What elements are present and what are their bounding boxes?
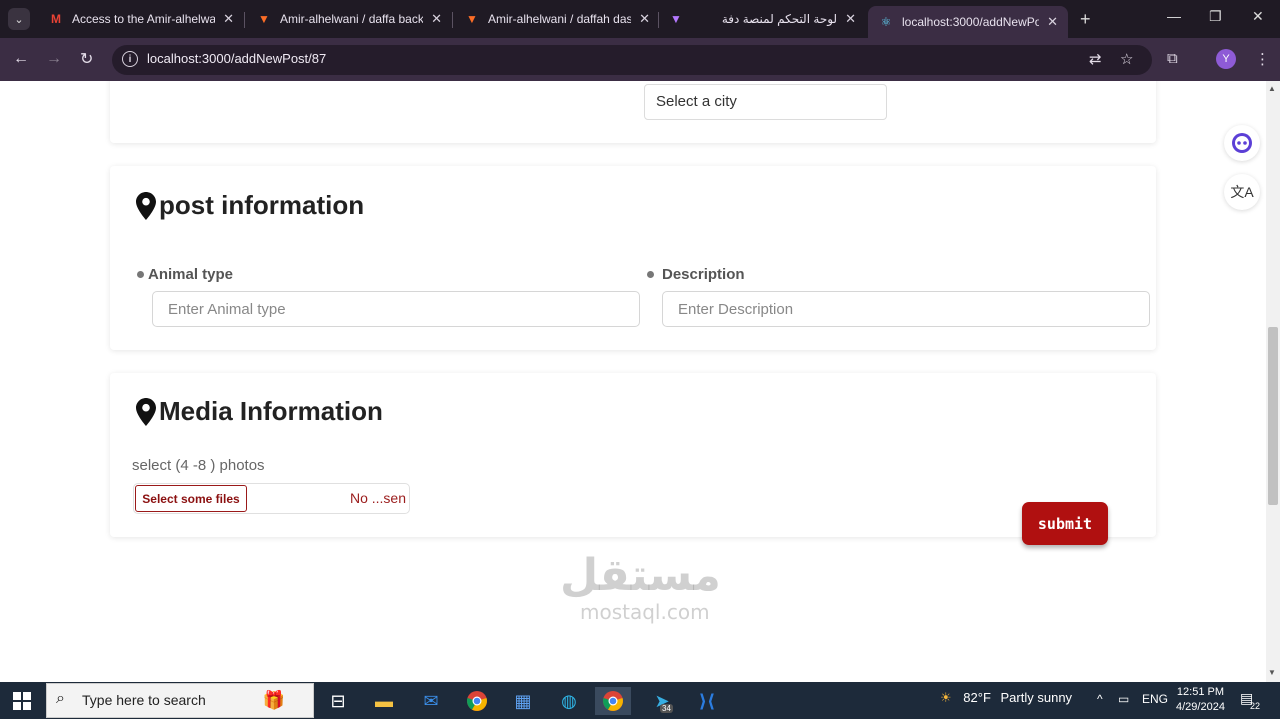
profile-avatar[interactable]: Y [1216, 49, 1236, 69]
map-pin-icon [136, 191, 156, 220]
file-explorer-icon[interactable]: ▬ [370, 687, 398, 715]
weather-icon: ☀ [940, 690, 952, 705]
tab-gmail[interactable]: M Access to the Amir-alhelwani ✕ [38, 4, 244, 34]
description-label: Description [647, 266, 745, 283]
gmail-icon: M [51, 12, 61, 26]
tab-gitlab-backend[interactable]: ▼ Amir-alhelwani / daffa backe ✕ [246, 4, 452, 34]
translate-icon: 文A [1230, 184, 1254, 200]
url-text[interactable]: localhost:3000/addNewPost/87 [147, 51, 326, 66]
description-input[interactable]: Enter Description [662, 291, 1150, 327]
post-information-card: post information Animal type Enter Anima… [110, 166, 1156, 350]
weather-temp: 82°F [963, 690, 991, 705]
tab-dashboard-arabic[interactable]: لوحة التحكم لمنصة دفة ✕ [700, 4, 866, 34]
gitlab-icon: ▼ [466, 12, 478, 26]
edge-icon[interactable]: ◍ [555, 687, 583, 715]
select-files-button[interactable]: Select some files [135, 485, 247, 512]
clock-date: 4/29/2024 [1176, 701, 1225, 713]
chrome-icon[interactable] [463, 687, 491, 715]
language-indicator[interactable]: ENG [1142, 692, 1168, 706]
search-icon: ⌕ [56, 690, 65, 707]
task-view-icon[interactable]: ⊟ [324, 687, 352, 715]
assistant-bot-button[interactable] [1224, 125, 1260, 161]
extensions-icon[interactable]: ⧉ [1167, 50, 1178, 67]
tab-divider [658, 12, 659, 28]
location-card: Select a city [110, 81, 1156, 143]
notification-count: 22 [1250, 701, 1261, 711]
mostaql-watermark-url: mostaql.com [580, 600, 710, 624]
tab-title: localhost:3000/addNewPost/ [902, 15, 1040, 29]
animal-type-input[interactable]: Enter Animal type [152, 291, 640, 327]
weather-text: Partly sunny [1000, 690, 1073, 705]
label-text: Animal type [148, 266, 234, 283]
media-information-heading: Media Information [136, 396, 383, 427]
battery-icon: ▭ [1118, 692, 1130, 706]
city-select[interactable]: Select a city [644, 84, 887, 120]
gitlab-icon: ▼ [258, 12, 270, 26]
store-icon[interactable]: ▦ [509, 687, 537, 715]
label-text: Description [662, 266, 745, 283]
animal-type-label: Animal type [137, 266, 233, 283]
restore-button[interactable]: ❐ [1209, 8, 1222, 25]
translate-page-button[interactable]: 文A [1224, 174, 1260, 210]
close-icon[interactable]: ✕ [639, 11, 650, 27]
photos-label: select (4 -8 ) photos [132, 457, 265, 474]
windows-start-icon[interactable] [13, 692, 31, 710]
mail-icon[interactable]: ✉ [417, 687, 445, 715]
post-information-heading: post information [136, 190, 364, 221]
vite-icon: ▼ [670, 12, 682, 26]
clock-time: 12:51 PM [1176, 686, 1225, 698]
submit-button[interactable]: submit [1022, 502, 1108, 545]
close-icon[interactable]: ✕ [223, 11, 234, 27]
telegram-badge: 34 [660, 704, 673, 713]
section-title-text: post information [159, 190, 365, 220]
close-icon[interactable]: ✕ [431, 11, 442, 27]
tray-overflow-icon[interactable]: ^ [1097, 692, 1103, 706]
close-icon[interactable]: ✕ [845, 11, 856, 27]
taskbar-search-placeholder[interactable]: Type here to search [82, 692, 206, 708]
react-icon: ⚛ [880, 15, 892, 29]
site-info-icon[interactable]: i [122, 51, 138, 67]
new-tab-button[interactable]: + [1080, 9, 1091, 30]
close-window-button[interactable]: ✕ [1252, 8, 1264, 25]
media-information-card: Media Information select (4 -8 ) photos … [110, 373, 1156, 537]
tab-title: Amir-alhelwani / daffa backe [280, 12, 424, 26]
tab-title: Access to the Amir-alhelwani [72, 12, 216, 26]
section-title-text: Media Information [159, 396, 383, 426]
translate-icon[interactable]: ⇄ [1089, 50, 1102, 68]
scroll-up-arrow[interactable]: ▲ [1268, 84, 1276, 93]
reload-button[interactable]: ↻ [80, 49, 93, 69]
mostaql-watermark: مستقل [560, 550, 721, 601]
tab-search-button[interactable]: ⌄ [8, 8, 30, 30]
chrome-profile-icon[interactable] [595, 687, 631, 715]
scroll-down-arrow[interactable]: ▼ [1268, 668, 1276, 677]
scrollbar-thumb[interactable] [1268, 327, 1278, 505]
bullet-dot [137, 271, 144, 278]
forward-button[interactable]: → [46, 50, 62, 68]
tab-localhost-active[interactable]: ⚛ localhost:3000/addNewPost/ ✕ [868, 6, 1068, 38]
tab-divider [452, 12, 453, 28]
system-clock[interactable]: 12:51 PM 4/29/2024 [1176, 685, 1225, 715]
tab-title: Amir-alhelwani / daffah dash [488, 12, 632, 26]
weather-widget[interactable]: ☀ 82°F Partly sunny [940, 690, 1072, 706]
browser-menu-icon[interactable]: ⋮ [1255, 50, 1270, 68]
bookmark-star-icon[interactable]: ☆ [1120, 50, 1133, 68]
file-status-text: No ...sen [349, 490, 406, 506]
bot-face-icon [1232, 133, 1252, 153]
file-input[interactable]: Select some files No ...sen [133, 483, 410, 514]
tab-gitlab-dashboard[interactable]: ▼ Amir-alhelwani / daffah dash ✕ [454, 4, 660, 34]
tab-vite[interactable]: ▼ [660, 4, 700, 34]
tab-divider [244, 12, 245, 28]
minimize-button[interactable]: — [1167, 8, 1181, 24]
map-pin-icon [136, 397, 156, 426]
bullet-dot [647, 271, 654, 278]
search-highlight-icon: 🎁 [262, 689, 286, 710]
tab-title: لوحة التحكم لمنصة دفة [721, 12, 838, 26]
back-button[interactable]: ← [13, 50, 29, 68]
close-icon[interactable]: ✕ [1047, 14, 1058, 30]
vscode-icon[interactable]: ⟩⟨ [693, 687, 721, 715]
